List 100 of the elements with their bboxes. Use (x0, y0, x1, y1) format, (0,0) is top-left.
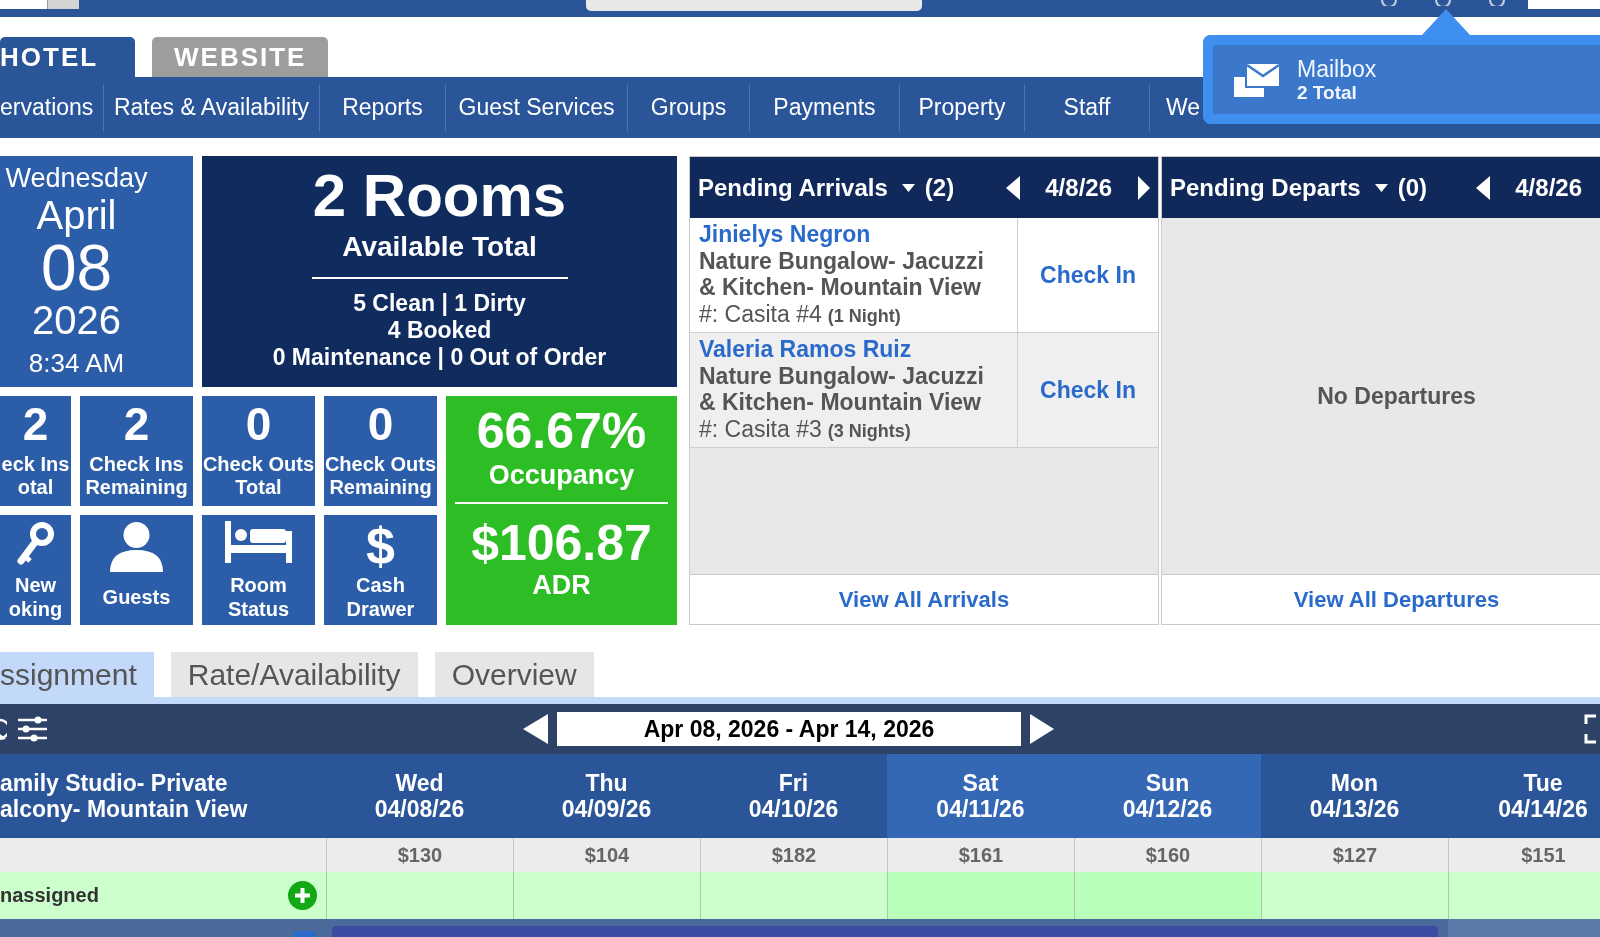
caret-icon (901, 183, 915, 192)
person-icon (108, 521, 165, 572)
day-date: 04/10/26 (748, 796, 839, 822)
stat-tile[interactable]: 2 eck Ins otal (0, 396, 71, 506)
view-tab[interactable]: Overview (434, 652, 594, 697)
stat-value: 0 (245, 399, 272, 449)
stat-tile[interactable]: 0 Check Outs Total (202, 396, 315, 506)
arrow-left-icon[interactable] (523, 714, 548, 744)
action-tile[interactable]: $ Cash Drawer (324, 515, 437, 625)
arrow-right-icon[interactable] (1138, 175, 1150, 200)
nights-text: (3 Nights) (827, 419, 911, 443)
day-date: 04/08/26 (374, 796, 465, 822)
unassigned-label: nassigned (0, 884, 99, 907)
view-tab[interactable]: Rate/Availability (170, 652, 418, 697)
arrow-right-icon[interactable] (1030, 714, 1054, 744)
key-icon (16, 521, 55, 567)
panel-date: 4/8/26 (1045, 173, 1112, 202)
nav-item[interactable]: Groups (628, 77, 749, 138)
day-date: 04/14/26 (1498, 796, 1588, 822)
month-text: April (36, 193, 117, 237)
calendar-cell[interactable] (1261, 872, 1448, 919)
day-date: 04/09/26 (561, 796, 652, 822)
popup-pointer (1422, 9, 1470, 35)
field-button[interactable] (47, 0, 79, 9)
arrow-left-icon[interactable] (1006, 175, 1021, 200)
check-in-link[interactable]: Check In (1040, 376, 1136, 404)
date-range-field[interactable]: Apr 08, 2026 - Apr 14, 2026 (557, 712, 1021, 746)
occupancy-value: 66.67% (476, 403, 647, 459)
reservation-bar[interactable] (332, 926, 1438, 937)
day-date: 04/11/26 (936, 796, 1025, 822)
adr-label: ADR (532, 571, 591, 599)
mailbox-popup[interactable]: Mailbox 2 Total (1203, 35, 1600, 124)
stat-label: Check Outs Remaining (324, 453, 437, 499)
count-text: (0) (1397, 173, 1428, 202)
stat-label: eck Ins otal (0, 453, 71, 499)
sliders-icon[interactable] (18, 716, 47, 742)
room-type-text: Nature Bungalow- Jacuzzi & Kitchen- Mountain View (699, 247, 985, 301)
occupancy-label: Occupancy (488, 459, 635, 491)
arrow-left-icon[interactable] (1476, 175, 1491, 200)
panel-title-dropdown[interactable]: Pending Departs (1170, 173, 1388, 202)
input-field[interactable] (1528, 0, 1600, 9)
calendar-cell[interactable] (1448, 919, 1600, 937)
rooms-subtitle: Available Total (342, 230, 537, 264)
day-number: 08 (40, 237, 113, 299)
stat-tile[interactable]: 0 Check Outs Remaining (324, 396, 437, 506)
nav-item[interactable]: We (1150, 77, 1201, 138)
room-type-text: Nature Bungalow- Jacuzzi & Kitchen- Mountain View (699, 362, 985, 416)
action-tile[interactable]: Room Status (202, 515, 315, 625)
empty-message: No Departures (1317, 382, 1476, 410)
nav-item[interactable]: ervations (0, 77, 103, 138)
day-name: Wed (395, 770, 444, 796)
input-field[interactable] (586, 0, 922, 11)
unit-text: #: Casita #3 (699, 415, 822, 442)
stat-label: Check Outs Total (202, 453, 315, 499)
calendar-cell[interactable] (1074, 872, 1261, 919)
stat-value: 2 (123, 399, 150, 449)
calendar-cell[interactable] (326, 872, 513, 919)
plus-icon[interactable] (288, 881, 317, 910)
day-name: Fri (778, 770, 809, 796)
guest-name-link[interactable]: Jinielys Negron (699, 221, 871, 248)
nights-text: (1 Night) (827, 304, 901, 328)
nav-item[interactable]: Payments (750, 77, 899, 138)
rooms-headline: 2 Rooms (312, 164, 567, 228)
year-text: 2026 (32, 299, 121, 341)
calendar-cell[interactable] (887, 872, 1074, 919)
adr-value: $106.87 (471, 515, 652, 571)
day-date: 04/13/26 (1309, 796, 1400, 822)
day-name: Sat (962, 770, 999, 796)
mailbox-title: Mailbox (1297, 55, 1377, 82)
input-field[interactable] (0, 0, 47, 9)
day-name: Tue (1523, 770, 1563, 796)
stat-value: 2 (22, 399, 49, 449)
mailbox-count: 2 Total (1297, 81, 1357, 104)
action-tile[interactable]: Guests (80, 515, 193, 625)
action-tile[interactable]: New oking (0, 515, 71, 625)
room-status-line: 0 Maintenance | 0 Out of Order (272, 344, 607, 371)
caret-icon (1374, 183, 1388, 192)
panel-title-dropdown[interactable]: Pending Arrivals (698, 173, 915, 202)
view-tab[interactable]: ssignment (0, 652, 154, 697)
product-tab[interactable]: HOTEL (0, 37, 135, 77)
refresh-icon[interactable] (0, 718, 7, 740)
day-name: Sun (1145, 770, 1190, 796)
guest-name-link[interactable]: Valeria Ramos Ruiz (699, 336, 912, 363)
calendar-cell[interactable] (700, 872, 887, 919)
nav-item[interactable]: Property (900, 77, 1024, 138)
nav-item[interactable]: Staff (1025, 77, 1149, 138)
dollar-icon: $ (366, 521, 395, 571)
calendar-cell[interactable] (1448, 872, 1600, 919)
nav-item[interactable]: Guest Services (446, 77, 627, 138)
view-all-link[interactable]: View All Arrivals (838, 586, 1010, 613)
nav-item[interactable]: Rates & Availability (104, 77, 319, 138)
room-type-header: amily Studio- Private alcony- Mountain View (0, 770, 249, 822)
check-in-link[interactable]: Check In (1040, 261, 1136, 289)
calendar-cell[interactable] (513, 872, 700, 919)
count-text: (2) (924, 173, 955, 202)
nav-item[interactable]: Reports (320, 77, 445, 138)
unit-text: #: Casita #4 (699, 300, 822, 327)
stat-tile[interactable]: 2 Check Ins Remaining (80, 396, 193, 506)
panel-date: 4/8/26 (1515, 173, 1582, 202)
day-name: Mon (1330, 770, 1379, 796)
